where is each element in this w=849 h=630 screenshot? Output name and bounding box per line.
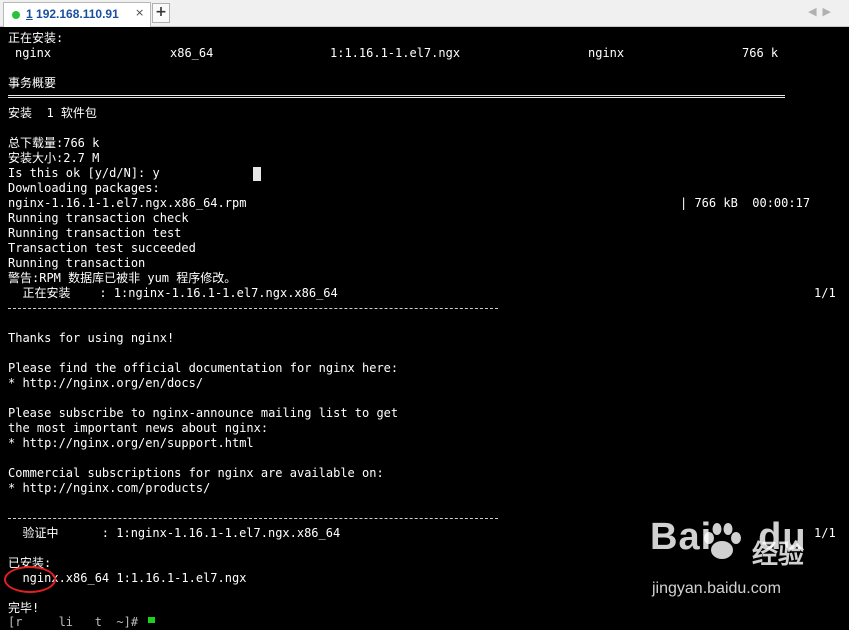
installing-header: 正在安装: <box>8 31 64 45</box>
close-tab-icon[interactable]: × <box>135 6 144 19</box>
double-separator <box>8 95 785 98</box>
shell-cursor <box>148 617 155 623</box>
total-download: 总下载量:766 k <box>8 136 100 150</box>
pkg-size: 766 k <box>742 46 779 60</box>
tab-bar: 1 192.168.110.91 × + ◀▶ <box>0 0 849 27</box>
downloading-line: Downloading packages: <box>8 181 160 195</box>
tab-scroll-arrows: ◀▶ <box>808 5 837 18</box>
pkg-arch: x86_64 <box>170 46 214 60</box>
docs-intro: Please find the official documentation f… <box>8 361 399 375</box>
installing-line: 正在安装 : 1:nginx-1.16.1-1.el7.ngx.x86_64 <box>8 286 338 300</box>
summary-header: 事务概要 <box>8 76 57 90</box>
tx-test: Running transaction test <box>8 226 182 240</box>
baidu-jingyan-watermark: Bai du 经验 jingyan.baidu.com <box>636 512 836 607</box>
shell-prompt[interactable]: [r li t ~]# <box>8 615 145 630</box>
rpm-progress: | 766 kB 00:00:17 <box>680 196 811 210</box>
tab-number: 1 <box>26 7 33 21</box>
tab-host: 192.168.110.91 <box>36 7 119 21</box>
highlight-circle <box>4 566 56 593</box>
new-tab-button[interactable]: + <box>152 3 170 23</box>
watermark-url: jingyan.baidu.com <box>652 580 781 597</box>
paw-icon <box>704 523 741 559</box>
dashed-separator-top <box>8 308 498 309</box>
subscribe-line-1: Please subscribe to nginx-announce maili… <box>8 406 399 420</box>
installing-count: 1/1 <box>814 286 836 300</box>
session-tab[interactable]: 1 192.168.110.91 × <box>3 2 151 27</box>
products-url: * http://nginx.com/products/ <box>8 481 211 495</box>
pkg-name: nginx <box>15 46 52 60</box>
tx-running: Running transaction <box>8 256 146 270</box>
support-url: * http://nginx.org/en/support.html <box>8 436 254 450</box>
commercial-line: Commercial subscriptions for nginx are a… <box>8 466 384 480</box>
tx-check: Running transaction check <box>8 211 189 225</box>
scroll-right-icon[interactable]: ▶ <box>823 5 837 18</box>
docs-url: * http://nginx.org/en/docs/ <box>8 376 204 390</box>
watermark-label: 经验 <box>752 540 805 570</box>
subscribe-line-2: the most important news about nginx: <box>8 421 269 435</box>
confirm-prompt: Is this ok [y/d/N]: y <box>8 166 160 180</box>
complete-message: 完毕! <box>8 601 40 615</box>
pkg-repo: nginx <box>588 46 625 60</box>
install-count: 安装 1 软件包 <box>8 106 97 120</box>
tx-success: Transaction test succeeded <box>8 241 196 255</box>
scroll-left-icon[interactable]: ◀ <box>808 5 822 18</box>
dashed-separator-bottom <box>8 518 498 519</box>
install-size: 安装大小:2.7 M <box>8 151 100 165</box>
text-cursor <box>253 167 261 181</box>
rpm-warning: 警告:RPM 数据库已被非 yum 程序修改。 <box>8 271 237 285</box>
thanks-line: Thanks for using nginx! <box>8 331 175 345</box>
rpm-file: nginx-1.16.1-1.el7.ngx.x86_64.rpm <box>8 196 247 210</box>
connection-status-icon <box>12 11 20 19</box>
tab-title[interactable]: 1 192.168.110.91 <box>26 7 119 21</box>
verify-line: 验证中 : 1:nginx-1.16.1-1.el7.ngx.x86_64 <box>8 526 341 540</box>
pkg-version: 1:1.16.1-1.el7.ngx <box>330 46 461 60</box>
